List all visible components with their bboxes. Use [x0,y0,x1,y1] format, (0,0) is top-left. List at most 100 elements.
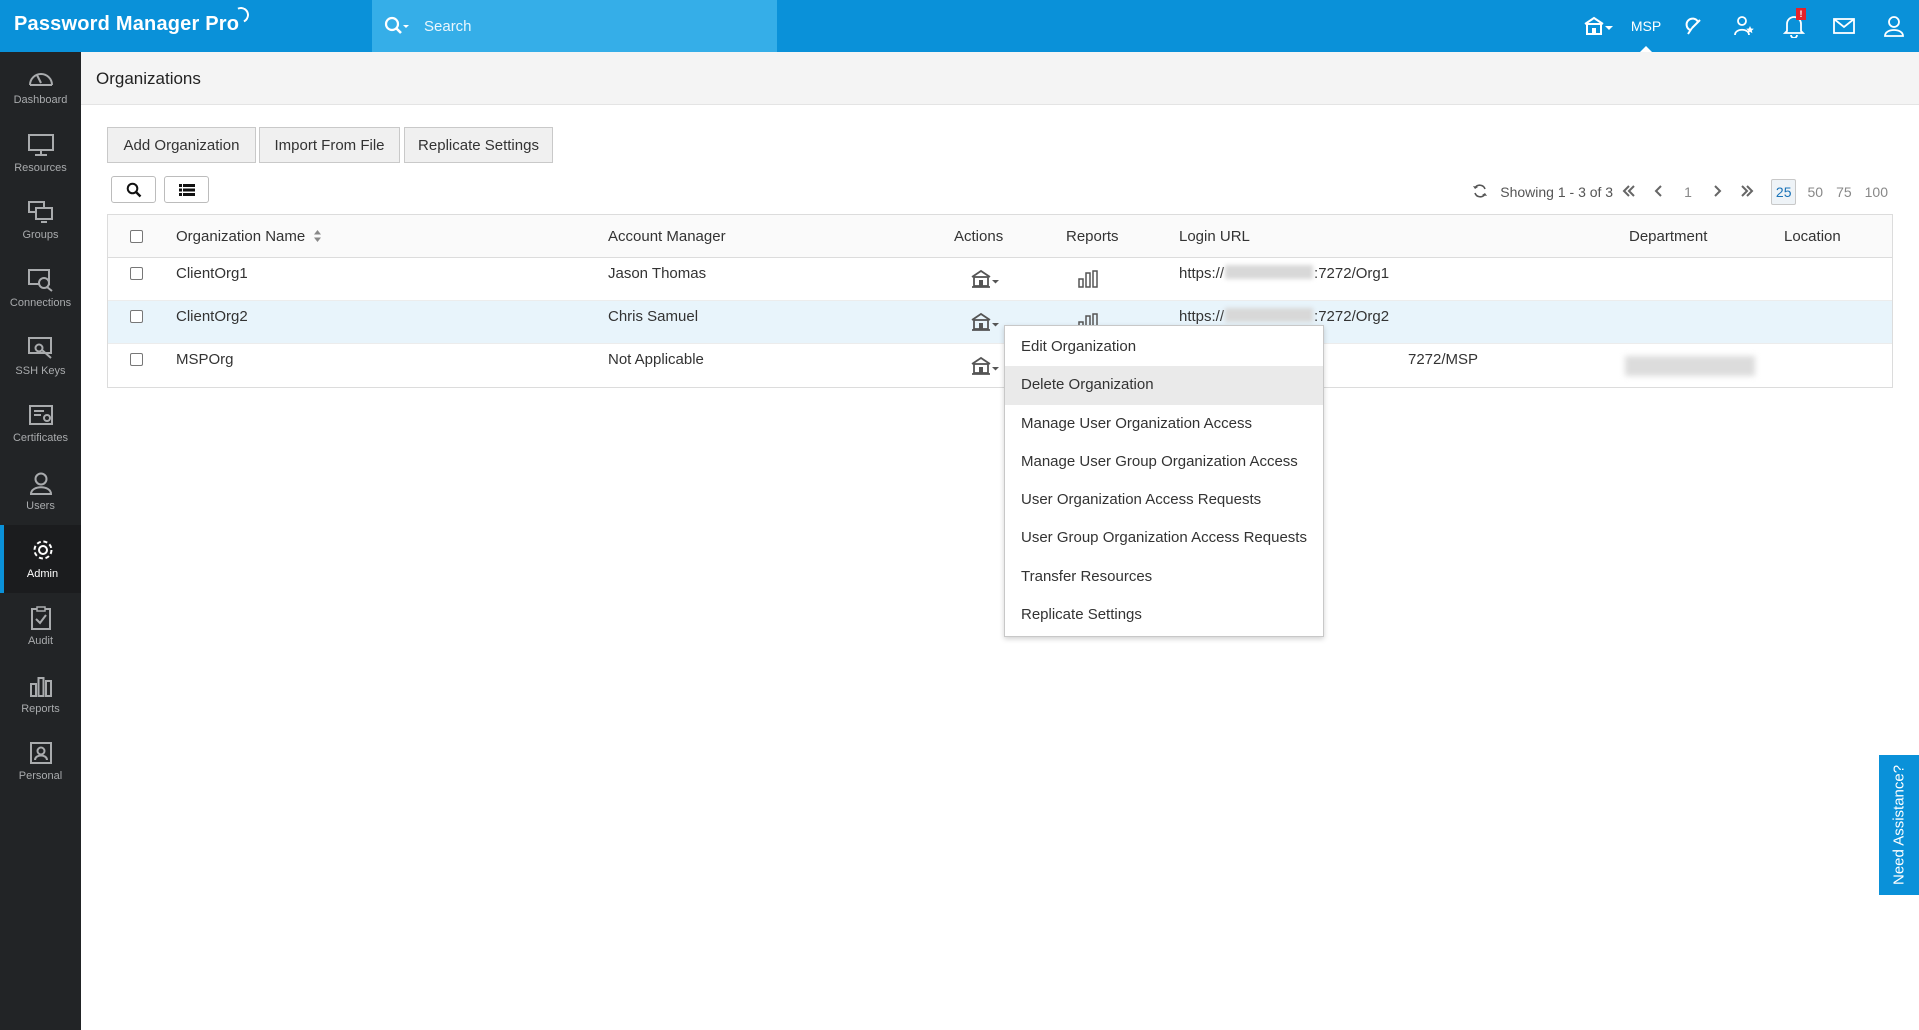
menu-item-edit-organization[interactable]: Edit Organization [1005,328,1323,366]
sidebar-item-label: Admin [26,568,59,581]
table-search-button[interactable] [111,176,156,203]
reports-icon [29,676,52,697]
sidebar-item-ssh-keys[interactable]: SSH Keys [0,322,81,390]
pagination: Showing 1 - 3 of 3 1 25 50 75 100 [1472,178,1899,206]
menu-item-delete-organization[interactable]: Delete Organization [1005,366,1323,405]
url-prefix: https:// [1179,308,1225,325]
sidebar-item-label: Reports [21,702,60,715]
organization-actions-icon [971,312,999,331]
sidebar-item-label: SSH Keys [15,364,66,377]
last-page-icon[interactable] [1740,184,1754,200]
notification-badge: ! [1796,8,1806,20]
app-logo[interactable]: Password Manager Pro [14,4,252,36]
page-size-75[interactable]: 75 [1836,184,1852,200]
top-bar: Password Manager Pro MSP ! [0,0,1919,52]
sidebar: Dashboard Resources Groups Connections S… [0,52,81,1030]
department [1625,344,1755,387]
table-header-row: Organization Name Account Manager Action… [108,215,1892,258]
organization-actions-menu: Edit Organization Delete Organization Ma… [1004,325,1324,638]
organization-actions-icon [971,269,999,288]
current-org-label[interactable]: MSP [1623,0,1669,52]
menu-item-manage-user-group-organization-access[interactable]: Manage User Group Organization Access [1005,443,1323,481]
sidebar-item-personal[interactable]: Personal [0,728,81,796]
column-header-reports: Reports [1066,227,1119,245]
refresh-icon[interactable] [1472,183,1488,202]
sidebar-item-admin[interactable]: Admin [0,525,81,593]
import-from-file-button[interactable]: Import From File [259,127,400,163]
login-url[interactable]: https://:7272/Org1 [1179,258,1389,300]
need-assistance-tab[interactable]: Need Assistance? [1879,755,1919,895]
organization-name[interactable]: ClientOrg1 [176,258,248,300]
table-row[interactable]: ClientOrg1 Jason Thomas https://:7272/Or… [108,258,1892,301]
table-row[interactable]: MSPOrg Not Applicable 7272/MSP [108,344,1892,387]
monitor-icon [27,133,54,156]
row-checkbox[interactable] [130,267,143,280]
next-page-icon[interactable] [1712,184,1722,200]
sidebar-item-dashboard[interactable]: Dashboard [0,52,81,120]
page-size-25[interactable]: 25 [1770,179,1797,205]
sidebar-item-resources[interactable]: Resources [0,120,81,188]
menu-item-transfer-resources[interactable]: Transfer Resources [1005,558,1323,596]
mail-icon[interactable] [1819,0,1869,52]
column-header-department[interactable]: Department [1629,215,1707,257]
user-profile-icon[interactable] [1869,0,1919,52]
redacted-host [1225,265,1314,279]
search-icon[interactable] [384,16,409,36]
select-all-checkbox[interactable] [130,229,143,243]
column-chooser-button[interactable] [164,176,209,203]
showing-count: Showing 1 - 3 of 3 [1500,184,1614,200]
global-search[interactable] [372,0,777,52]
org-switcher-icon[interactable] [1573,0,1623,52]
add-organization-button[interactable]: Add Organization [107,127,256,163]
personal-icon [29,742,52,765]
connection-icon[interactable] [1669,0,1719,52]
sidebar-item-label: Users [26,499,55,512]
organization-name[interactable]: ClientOrg2 [176,301,248,343]
url-suffix: :7272/Org1 [1314,265,1390,282]
actions-menu-trigger[interactable] [970,301,1000,343]
sidebar-item-audit[interactable]: Audit [0,593,81,661]
column-header-actions: Actions [954,227,1004,245]
column-header-organization-name[interactable]: Organization Name [176,215,322,257]
first-page-icon[interactable] [1622,184,1636,200]
dashboard-icon [28,73,53,87]
sort-icon[interactable] [313,229,322,243]
search-icon [126,182,141,197]
sidebar-item-users[interactable]: Users [0,458,81,526]
row-checkbox[interactable] [130,353,143,366]
login-url[interactable]: 7272/MSP [1408,344,1478,387]
page-size-100[interactable]: 100 [1865,184,1888,200]
menu-item-manage-user-organization-access[interactable]: Manage User Organization Access [1005,405,1323,443]
redacted-host [1225,308,1314,322]
current-page-number[interactable]: 1 [1684,184,1692,200]
search-input[interactable] [424,17,724,35]
menu-item-user-organization-access-requests[interactable]: User Organization Access Requests [1005,481,1323,519]
page-size-50[interactable]: 50 [1807,184,1823,200]
actions-menu-trigger[interactable] [970,258,1000,300]
menu-item-user-group-organization-access-requests[interactable]: User Group Organization Access Requests [1005,519,1323,557]
sidebar-item-groups[interactable]: Groups [0,187,81,255]
sidebar-item-certificates[interactable]: Certificates [0,390,81,458]
column-header-login-url[interactable]: Login URL [1179,215,1250,257]
previous-page-icon[interactable] [1654,184,1664,200]
table-row[interactable]: ClientOrg2 Chris Samuel https://:7272/Or… [108,301,1892,344]
url-suffix: :7272/Org2 [1314,308,1390,325]
sidebar-item-reports[interactable]: Reports [0,660,81,728]
audit-icon [30,606,51,631]
menu-item-replicate-settings[interactable]: Replicate Settings [1005,596,1323,634]
organization-name[interactable]: MSPOrg [176,344,234,387]
actions-menu-trigger[interactable] [970,344,1000,387]
sidebar-item-label: Audit [27,635,54,648]
row-checkbox[interactable] [130,310,143,323]
sidebar-item-label: Groups [22,229,59,242]
sidebar-item-connections[interactable]: Connections [0,255,81,323]
user-star-icon[interactable] [1719,0,1769,52]
sidebar-item-label: Resources [14,161,67,174]
reports-icon[interactable] [1078,258,1098,300]
replicate-settings-button[interactable]: Replicate Settings [404,127,553,163]
column-header-account-manager[interactable]: Account Manager [608,215,726,257]
user-icon [29,472,52,495]
column-header-location[interactable]: Location [1784,215,1841,257]
list-icon [178,183,195,196]
notifications-bell-icon[interactable]: ! [1769,0,1819,52]
